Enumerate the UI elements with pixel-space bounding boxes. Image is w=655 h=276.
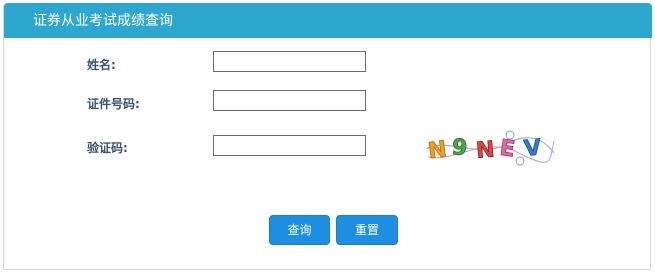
page-title: 证券从业考试成绩查询 bbox=[33, 13, 173, 29]
svg-text:N: N bbox=[475, 137, 496, 164]
svg-text:N: N bbox=[427, 137, 449, 164]
reset-button[interactable]: 重置 bbox=[336, 215, 398, 245]
name-input[interactable] bbox=[213, 51, 366, 72]
id-number-label: 证件号码: bbox=[87, 97, 140, 111]
svg-text:V: V bbox=[523, 135, 543, 162]
svg-text:9: 9 bbox=[451, 135, 469, 161]
captcha-image[interactable]: N 9 N E V bbox=[424, 127, 556, 167]
query-panel: 证券从业考试成绩查询 姓名: 证件号码: 验证码: N 9 N E V 查询 重… bbox=[3, 3, 652, 270]
id-number-input[interactable] bbox=[213, 90, 366, 111]
panel-header: 证券从业考试成绩查询 bbox=[4, 3, 652, 38]
captcha-input[interactable] bbox=[213, 135, 366, 156]
captcha-label: 验证码: bbox=[87, 141, 128, 155]
svg-text:E: E bbox=[498, 136, 516, 163]
name-label: 姓名: bbox=[87, 58, 116, 72]
query-button[interactable]: 查询 bbox=[269, 215, 330, 245]
